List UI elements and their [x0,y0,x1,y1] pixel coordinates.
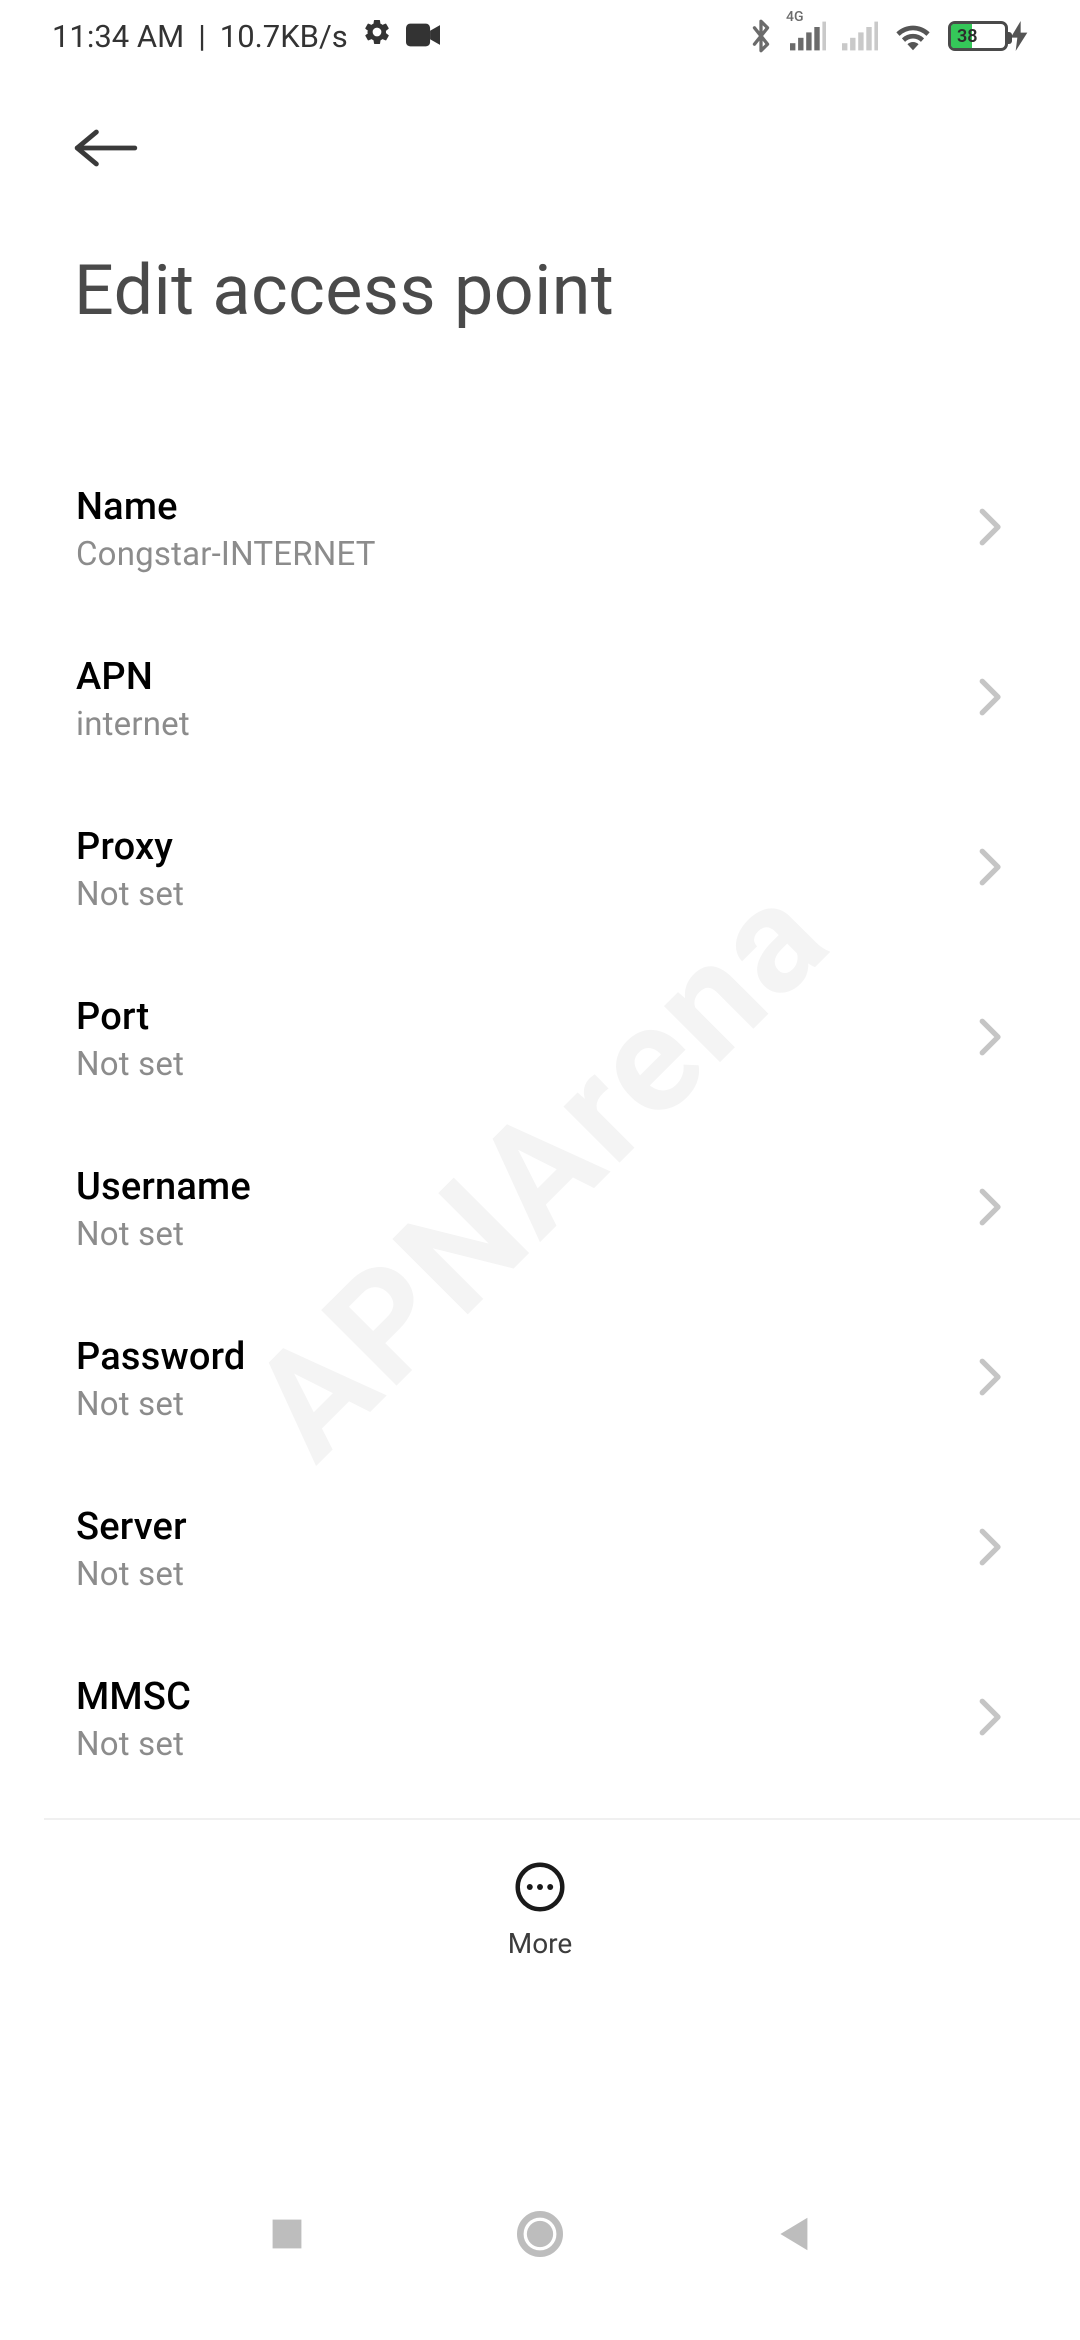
setting-row-server[interactable]: Server Not set [76,1464,1004,1634]
chevron-right-icon [978,506,1004,552]
setting-label: Username [76,1165,251,1209]
chevron-right-icon [978,1356,1004,1402]
setting-row-mmsc[interactable]: MMSC Not set [76,1634,1004,1804]
status-separator: | [198,18,206,55]
status-bar-right: 4G ✕ 38 [748,18,1028,54]
setting-value: internet [76,705,190,744]
header: Edit access point [0,72,1080,332]
status-net-speed: 10.7KB/s [220,18,348,55]
signal-sim1-icon: 4G [790,21,826,51]
android-nav-bar [0,2156,1080,2312]
chevron-right-icon [978,1526,1004,1572]
chevron-right-icon [978,1186,1004,1232]
bottom-action-bar: More [0,1820,1080,2000]
setting-row-name[interactable]: Name Congstar-INTERNET [76,444,1004,614]
setting-label: Server [76,1505,187,1549]
wifi-icon [894,21,932,51]
page-title: Edit access point [74,186,1006,332]
setting-value: Not set [76,1385,246,1424]
svg-text:✕: ✕ [874,48,878,51]
battery-indicator: 38 [948,21,1028,51]
camera-icon [406,18,440,55]
gear-icon [362,17,392,55]
chevron-right-icon [978,1016,1004,1062]
signal-sim2-icon: ✕ [842,21,878,51]
square-icon [269,2216,305,2252]
bluetooth-icon [748,18,774,54]
nav-home-button[interactable] [510,2204,570,2264]
setting-row-proxy[interactable]: Proxy Not set [76,784,1004,954]
nav-recent-button[interactable] [257,2204,317,2264]
setting-label: MMSC [76,1675,191,1719]
setting-value: Congstar-INTERNET [76,535,376,574]
setting-label: Proxy [76,825,184,869]
setting-label: APN [76,655,190,699]
setting-value: Not set [76,1045,184,1084]
setting-row-password[interactable]: Password Not set [76,1294,1004,1464]
setting-label: Password [76,1335,246,1379]
setting-row-apn[interactable]: APN internet [76,614,1004,784]
back-button[interactable] [74,126,138,174]
setting-row-username[interactable]: Username Not set [76,1124,1004,1294]
more-label: More [508,1927,573,1960]
triangle-left-icon [775,2214,811,2254]
circle-icon [517,2211,563,2257]
status-bar-left: 11:34 AM | 10.7KB/s [52,17,440,55]
setting-label: Name [76,485,376,529]
setting-value: Not set [76,875,184,914]
chevron-right-icon [978,676,1004,722]
nav-back-button[interactable] [763,2204,823,2264]
more-button[interactable]: More [508,1861,573,1960]
setting-row-port[interactable]: Port Not set [76,954,1004,1124]
more-circle-icon [514,1861,566,1913]
arrow-left-icon [74,126,138,170]
status-bar: 11:34 AM | 10.7KB/s 4G ✕ 38 [0,0,1080,72]
chevron-right-icon [978,846,1004,892]
setting-value: Not set [76,1215,251,1254]
setting-value: Not set [76,1555,187,1594]
settings-list: Name Congstar-INTERNET APN internet Proxy Not… [0,332,1080,1974]
status-time: 11:34 AM [52,18,184,55]
setting-label: Port [76,995,184,1039]
charging-bolt-icon [1010,21,1028,51]
chevron-right-icon [978,1696,1004,1742]
setting-value: Not set [76,1725,191,1764]
